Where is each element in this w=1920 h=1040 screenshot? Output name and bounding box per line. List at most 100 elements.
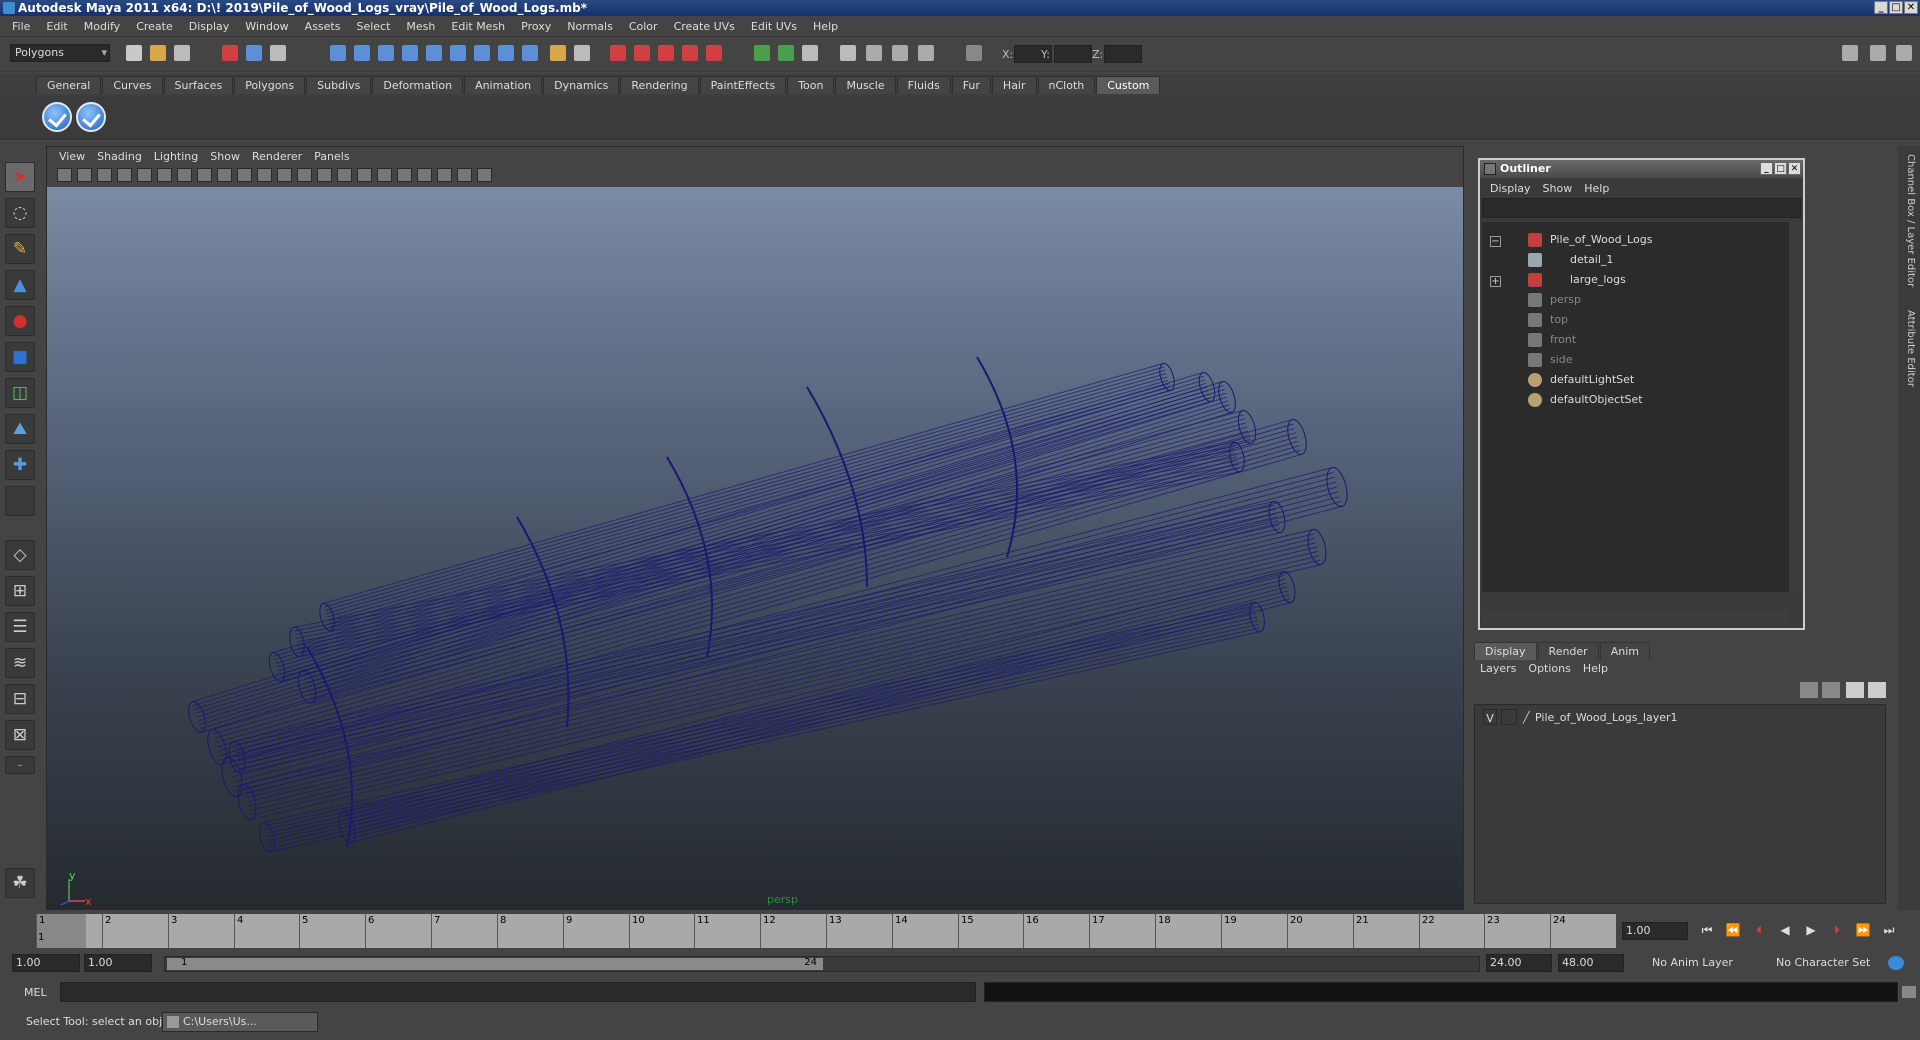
vp-menu-renderer[interactable]: Renderer: [246, 150, 308, 163]
outliner-menu-display[interactable]: Display: [1484, 182, 1537, 195]
wireframe-icon[interactable]: [297, 168, 312, 182]
outliner-minimize-button[interactable]: _: [1760, 162, 1773, 175]
hq-render-icon[interactable]: [417, 168, 432, 182]
vp-menu-show[interactable]: Show: [204, 150, 246, 163]
animation-start-field[interactable]: 1.00: [12, 954, 80, 972]
vp-menu-panels[interactable]: Panels: [308, 150, 355, 163]
layout-persp-graph-button[interactable]: ⊠: [5, 720, 35, 750]
layer-visibility-toggle[interactable]: V: [1483, 709, 1497, 725]
shelf-tab-muscle[interactable]: Muscle: [835, 76, 896, 94]
toggle-tool-settings-icon[interactable]: [1870, 45, 1886, 61]
side-tab-channel-box[interactable]: Channel Box / Layer Editor: [1902, 154, 1916, 287]
y-field[interactable]: [1054, 45, 1092, 63]
menu-select[interactable]: Select: [348, 20, 398, 33]
sculpt-tool-button[interactable]: ☘: [5, 868, 35, 898]
last-tool-button[interactable]: [5, 486, 35, 516]
shelf-tab-ncloth[interactable]: nCloth: [1037, 76, 1096, 94]
camera-attributes-icon[interactable]: [77, 168, 92, 182]
layer-color-swatch[interactable]: ╱: [1523, 709, 1530, 727]
menu-set-selector[interactable]: Polygons ▾: [10, 44, 110, 62]
lock-selection-icon[interactable]: [550, 45, 566, 61]
auto-key-icon[interactable]: [1888, 956, 1904, 970]
step-forward-frame-icon[interactable]: ⏵: [1828, 922, 1846, 938]
select-by-joint-icon[interactable]: [354, 45, 370, 61]
menu-file[interactable]: File: [4, 20, 38, 33]
toggle-attribute-editor-icon[interactable]: [1842, 45, 1858, 61]
construction-history-icon[interactable]: [802, 45, 818, 61]
go-to-start-icon[interactable]: ⏮: [1698, 922, 1716, 938]
layer-tab-display[interactable]: Display: [1474, 642, 1537, 660]
shelf-tab-polygons[interactable]: Polygons: [234, 76, 306, 94]
layout-more-button[interactable]: –: [5, 756, 35, 774]
outliner-vertical-scrollbar[interactable]: [1789, 222, 1801, 592]
grid-icon[interactable]: [157, 168, 172, 182]
play-forward-icon[interactable]: ▶: [1802, 922, 1820, 938]
snap-curve-icon[interactable]: [634, 45, 650, 61]
soft-modification-button[interactable]: ⛰: [5, 414, 35, 444]
shelf-tab-fur[interactable]: Fur: [951, 76, 991, 94]
layer-menu-options[interactable]: Options: [1522, 662, 1576, 675]
outliner-menu-help[interactable]: Help: [1578, 182, 1615, 195]
film-gate-icon[interactable]: [177, 168, 192, 182]
render-settings-icon[interactable]: [918, 45, 934, 61]
outliner-titlebar[interactable]: Outliner _ □ ✕: [1480, 160, 1803, 178]
custom-shelf-check-icon-2[interactable]: [76, 102, 106, 132]
shelf-tab-curves[interactable]: Curves: [102, 76, 163, 94]
shelf-tab-rendering[interactable]: Rendering: [620, 76, 699, 94]
resolution-gate-icon[interactable]: [197, 168, 212, 182]
script-editor-icon[interactable]: [1902, 986, 1916, 998]
range-bar[interactable]: 1 24: [164, 956, 1480, 972]
2d-pan-zoom-icon[interactable]: [137, 168, 152, 182]
range-handle[interactable]: 1 24: [167, 957, 823, 970]
menu-window[interactable]: Window: [237, 20, 296, 33]
output-ops-icon[interactable]: [778, 45, 794, 61]
close-button[interactable]: ✕: [1904, 1, 1918, 14]
select-component-icon[interactable]: [270, 45, 286, 61]
render-view-icon[interactable]: [840, 45, 856, 61]
new-layer-icon[interactable]: [1800, 682, 1818, 698]
go-to-end-icon[interactable]: ⏭: [1880, 922, 1898, 938]
minimize-button[interactable]: _: [1874, 1, 1888, 14]
animation-end-field[interactable]: 48.00: [1558, 954, 1624, 972]
lasso-tool-button[interactable]: ◌: [5, 198, 35, 228]
playback-end-field[interactable]: 24.00: [1486, 954, 1552, 972]
menu-assets[interactable]: Assets: [297, 20, 349, 33]
current-time-field[interactable]: 1.00: [1622, 922, 1688, 940]
time-slider-ticks[interactable]: 1 1 2 3 4 5 6 7 8 9 10 11 12 13 14 15 16 17 18 19 20 21 22 23 2…: [36, 914, 1616, 948]
shelf-tab-subdivs[interactable]: Subdivs: [306, 76, 372, 94]
smooth-shade-icon[interactable]: [317, 168, 332, 182]
maximize-button[interactable]: □: [1889, 1, 1903, 14]
render-current-frame-icon[interactable]: [866, 45, 882, 61]
layer-tab-anim[interactable]: Anim: [1599, 642, 1650, 660]
vp-menu-view[interactable]: View: [53, 150, 91, 163]
select-by-dynamic-icon[interactable]: [450, 45, 466, 61]
select-tool-button[interactable]: ➤: [5, 162, 35, 192]
shelf-tab-general[interactable]: General: [36, 76, 102, 94]
vp-menu-shading[interactable]: Shading: [91, 150, 148, 163]
menu-edit[interactable]: Edit: [38, 20, 75, 33]
camera-select-icon[interactable]: [57, 168, 72, 182]
transform-field-icon[interactable]: [966, 45, 982, 61]
select-misc-icon[interactable]: [498, 45, 514, 61]
isolate-select-icon[interactable]: [437, 168, 452, 182]
layer-menu-help[interactable]: Help: [1577, 662, 1614, 675]
minimized-window-button[interactable]: C:\Users\Us...: [162, 1012, 318, 1032]
shelf-tab-custom[interactable]: Custom: [1096, 76, 1161, 94]
menu-color[interactable]: Color: [621, 20, 666, 33]
shelf-tab-deformation[interactable]: Deformation: [372, 76, 464, 94]
input-ops-icon[interactable]: [754, 45, 770, 61]
wood-logs-wireframe[interactable]: [47, 187, 1463, 909]
safe-action-icon[interactable]: [257, 168, 272, 182]
z-field[interactable]: [1104, 45, 1142, 63]
image-plane-icon[interactable]: [117, 168, 132, 182]
layer-tab-render[interactable]: Render: [1537, 642, 1599, 660]
snap-view-plane-icon[interactable]: [682, 45, 698, 61]
save-scene-icon[interactable]: [174, 45, 190, 61]
shelf-tab-animation[interactable]: Animation: [464, 76, 543, 94]
shelf-tab-painteffects[interactable]: PaintEffects: [699, 76, 787, 94]
universal-manipulator-button[interactable]: ◫: [5, 378, 35, 408]
anim-layer-selector[interactable]: No Anim Layer: [1648, 954, 1758, 972]
layout-four-button[interactable]: ⊞: [5, 576, 35, 606]
menu-create[interactable]: Create: [128, 20, 181, 33]
outliner-menu-show[interactable]: Show: [1537, 182, 1579, 195]
